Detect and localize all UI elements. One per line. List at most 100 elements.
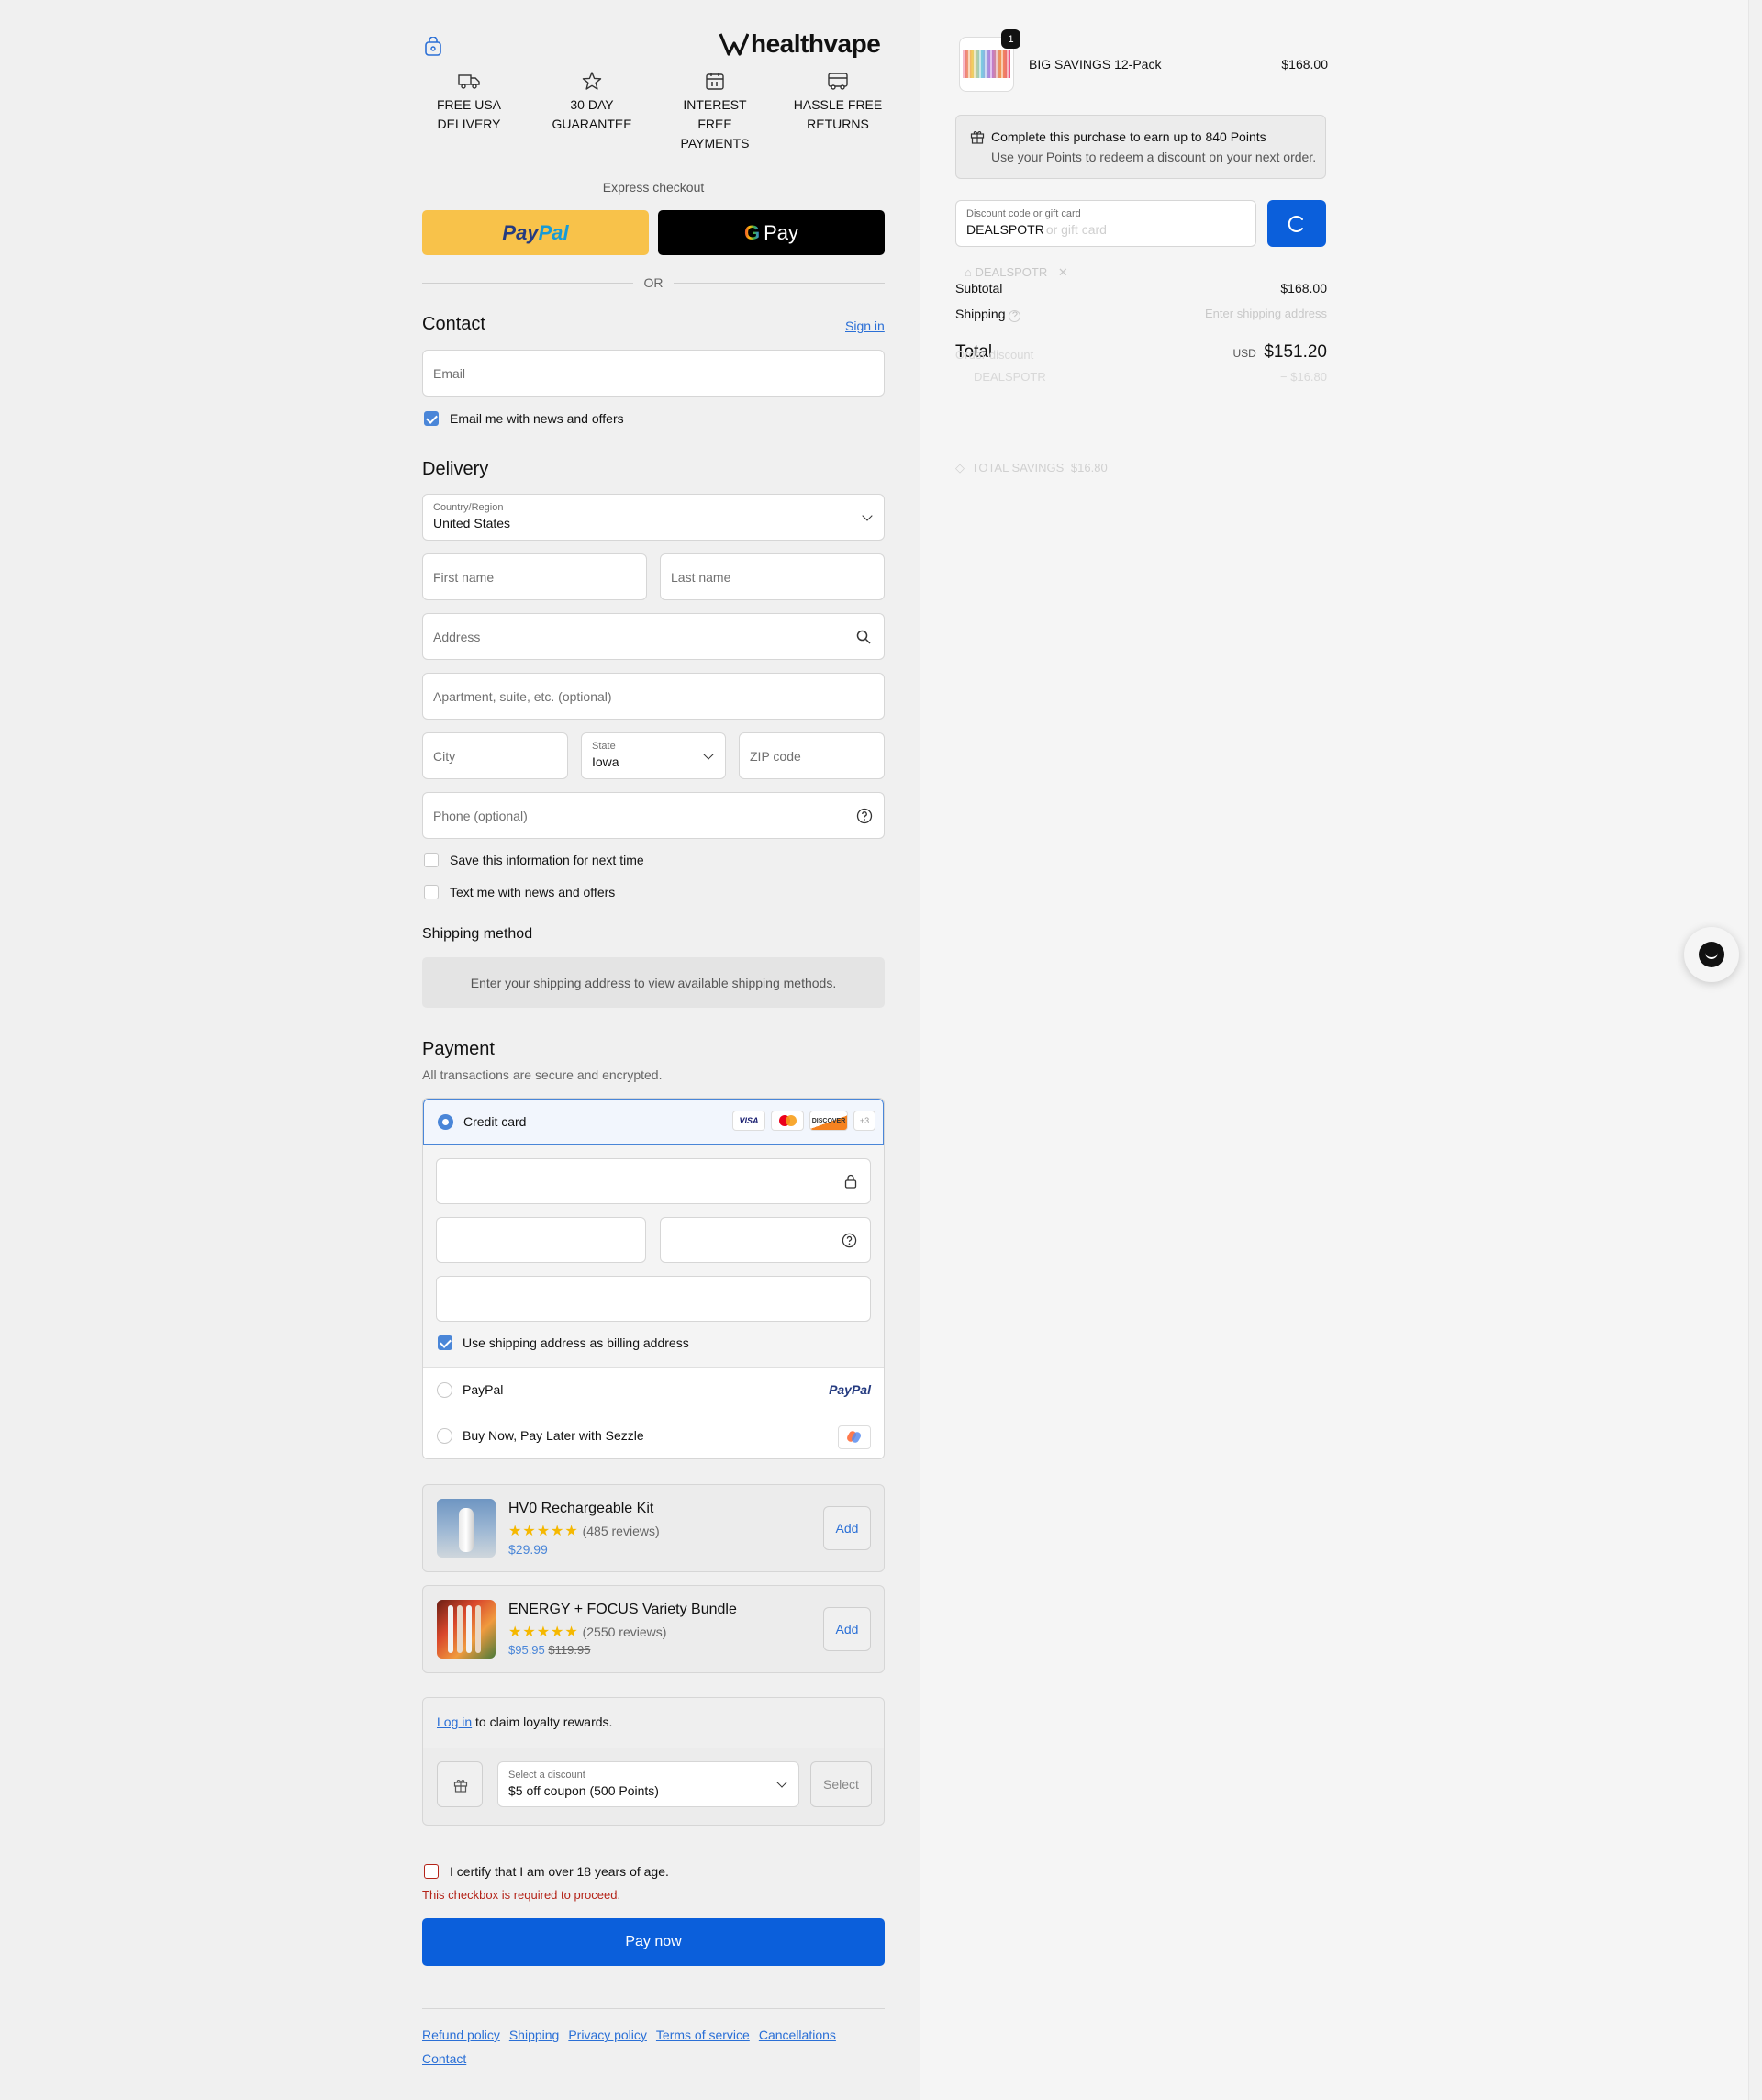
terms-of-service-link[interactable]: Terms of service <box>656 2027 750 2042</box>
name-on-card-field[interactable] <box>436 1276 871 1322</box>
paypal-logo-left: Pay <box>502 220 539 244</box>
paypal-express-button[interactable]: Pay Pal <box>422 210 649 255</box>
apartment-placeholder: Apartment, suite, etc. (optional) <box>433 688 612 704</box>
discount-code-field[interactable]: Discount code or gift card DEALSPOTR or g… <box>955 200 1256 247</box>
card-number-field[interactable] <box>436 1158 871 1204</box>
address-field[interactable]: Address <box>422 613 885 660</box>
upsell-product-image <box>437 1600 496 1659</box>
cart-bag-icon[interactable] <box>424 36 442 61</box>
phone-placeholder: Phone (optional) <box>433 808 528 823</box>
state-select[interactable]: State Iowa <box>581 732 726 779</box>
search-icon <box>856 630 871 644</box>
shipping-value: Enter shipping address <box>1205 307 1327 320</box>
help-circle-icon[interactable] <box>842 1233 857 1248</box>
pay-now-label: Pay now <box>625 1934 682 1949</box>
sign-in-link[interactable]: Sign in <box>845 318 885 333</box>
loyalty-claim-text: Log in to claim loyalty rewards. <box>437 1715 612 1729</box>
age-confirm-label: I certify that I am over 18 years of age… <box>450 1864 669 1879</box>
sezzle-option[interactable]: Buy Now, Pay Later with Sezzle <box>423 1413 884 1458</box>
contact-title: Contact <box>422 314 485 334</box>
paypal-logo: PayPal <box>829 1382 871 1397</box>
upsell-card: HV0 Rechargeable Kit ★★★★★ (485 reviews)… <box>422 1484 885 1572</box>
expiration-field[interactable] <box>436 1217 646 1263</box>
privacy-policy-link[interactable]: Privacy policy <box>568 2027 647 2042</box>
add-upsell-button[interactable]: Add <box>823 1607 871 1651</box>
add-upsell-button[interactable]: Add <box>823 1506 871 1550</box>
trust-badge-label: FREE USA DELIVERY <box>436 97 501 131</box>
upsell-rating: ★★★★★ (485 reviews) <box>508 1522 660 1540</box>
brand-logo[interactable]: healthvape <box>719 29 881 59</box>
sezzle-radio[interactable] <box>437 1428 452 1444</box>
credit-card-option[interactable]: Credit card VISA DISCOVER +3 <box>423 1099 884 1145</box>
address-placeholder: Address <box>433 629 481 644</box>
upsell-price: $95.95 <box>508 1643 545 1657</box>
star-icon <box>582 72 602 90</box>
apartment-field[interactable]: Apartment, suite, etc. (optional) <box>422 673 885 720</box>
discount-select[interactable]: Select a discount $5 off coupon (500 Poi… <box>497 1761 799 1807</box>
google-pay-button[interactable]: G Pay <box>658 210 885 255</box>
brand-name: healthvape <box>751 29 881 58</box>
email-placeholder: Email <box>433 365 466 381</box>
paypal-radio[interactable] <box>437 1382 452 1398</box>
shipping-notice: Enter your shipping address to view avai… <box>422 957 885 1008</box>
apply-discount-button[interactable] <box>1267 200 1326 247</box>
remove-discount-icon[interactable]: ✕ <box>1058 265 1068 279</box>
upsell-name: ENERGY + FOCUS Variety Bundle <box>508 1602 737 1617</box>
footer-divider <box>422 2008 885 2009</box>
cart-item: 1 BIG SAVINGS 12-Pack $168.00 <box>957 29 1328 94</box>
chevron-down-icon <box>703 748 714 760</box>
gift-icon <box>970 131 985 144</box>
google-pay-label: Pay <box>764 220 799 244</box>
total-savings-value: $16.80 <box>1070 461 1108 475</box>
billing-same-checkbox[interactable] <box>438 1335 452 1350</box>
refund-policy-link[interactable]: Refund policy <box>422 2027 500 2042</box>
upsell-card: ENERGY + FOCUS Variety Bundle ★★★★★ (255… <box>422 1585 885 1673</box>
country-label: Country/Region <box>433 502 504 513</box>
text-me-checkbox[interactable] <box>424 885 439 899</box>
sezzle-logo-icon <box>838 1425 871 1449</box>
trust-badge-label: INTEREST FREE PAYMENTS <box>680 97 750 151</box>
chat-widget-button[interactable] <box>1684 927 1739 982</box>
tag-icon: ⌂ <box>965 265 972 279</box>
cancellations-link[interactable]: Cancellations <box>759 2027 836 2042</box>
upsell-compare-price: $119.95 <box>548 1643 591 1657</box>
discount-select-value: $5 off coupon (500 Points) <box>508 1783 659 1798</box>
total-savings-label: TOTAL SAVINGS <box>971 461 1065 475</box>
shipping-policy-link[interactable]: Shipping <box>509 2027 560 2042</box>
payment-subtitle: All transactions are secure and encrypte… <box>422 1067 663 1082</box>
country-select[interactable]: Country/Region United States <box>422 494 885 541</box>
currency-code: USD <box>1232 347 1256 360</box>
select-discount-button[interactable]: Select <box>810 1761 872 1807</box>
state-label: State <box>592 741 616 752</box>
trust-badge-payments: INTEREST FREE PAYMENTS <box>664 72 765 153</box>
scrollbar-track[interactable] <box>1748 0 1762 2100</box>
box-return-icon <box>828 73 848 90</box>
age-error-message: This checkbox is required to proceed. <box>422 1888 621 1902</box>
newsletter-checkbox[interactable] <box>424 411 439 426</box>
security-code-field[interactable] <box>660 1217 871 1263</box>
upsell-price: $29.99 <box>508 1542 548 1557</box>
shipping-help-icon[interactable]: ? <box>1009 310 1021 322</box>
age-confirm-checkbox[interactable] <box>424 1864 439 1879</box>
brand-mark-icon <box>719 33 749 56</box>
upsell-price-row: $95.95 $119.95 <box>508 1643 590 1657</box>
email-field[interactable]: Email <box>422 350 885 397</box>
loyalty-login-link[interactable]: Log in <box>437 1715 472 1729</box>
credit-card-radio[interactable] <box>438 1114 453 1130</box>
zip-field[interactable]: ZIP code <box>739 732 885 779</box>
state-value: Iowa <box>592 754 619 769</box>
rating-stars-icon: ★★★★★ <box>508 1524 579 1539</box>
first-name-field[interactable]: First name <box>422 553 647 600</box>
pay-now-button[interactable]: Pay now <box>422 1918 885 1966</box>
contact-link[interactable]: Contact <box>422 2051 466 2066</box>
discount-select-label: Select a discount <box>508 1770 585 1781</box>
phone-field[interactable]: Phone (optional) <box>422 792 885 839</box>
last-name-field[interactable]: Last name <box>660 553 885 600</box>
paypal-option[interactable]: PayPal PayPal <box>423 1368 884 1413</box>
help-circle-icon[interactable] <box>856 808 873 824</box>
country-value: United States <box>433 516 511 531</box>
save-info-checkbox[interactable] <box>424 853 439 867</box>
city-field[interactable]: City <box>422 732 568 779</box>
rating-stars-icon: ★★★★★ <box>508 1625 579 1640</box>
billing-same-label: Use shipping address as billing address <box>463 1335 689 1350</box>
